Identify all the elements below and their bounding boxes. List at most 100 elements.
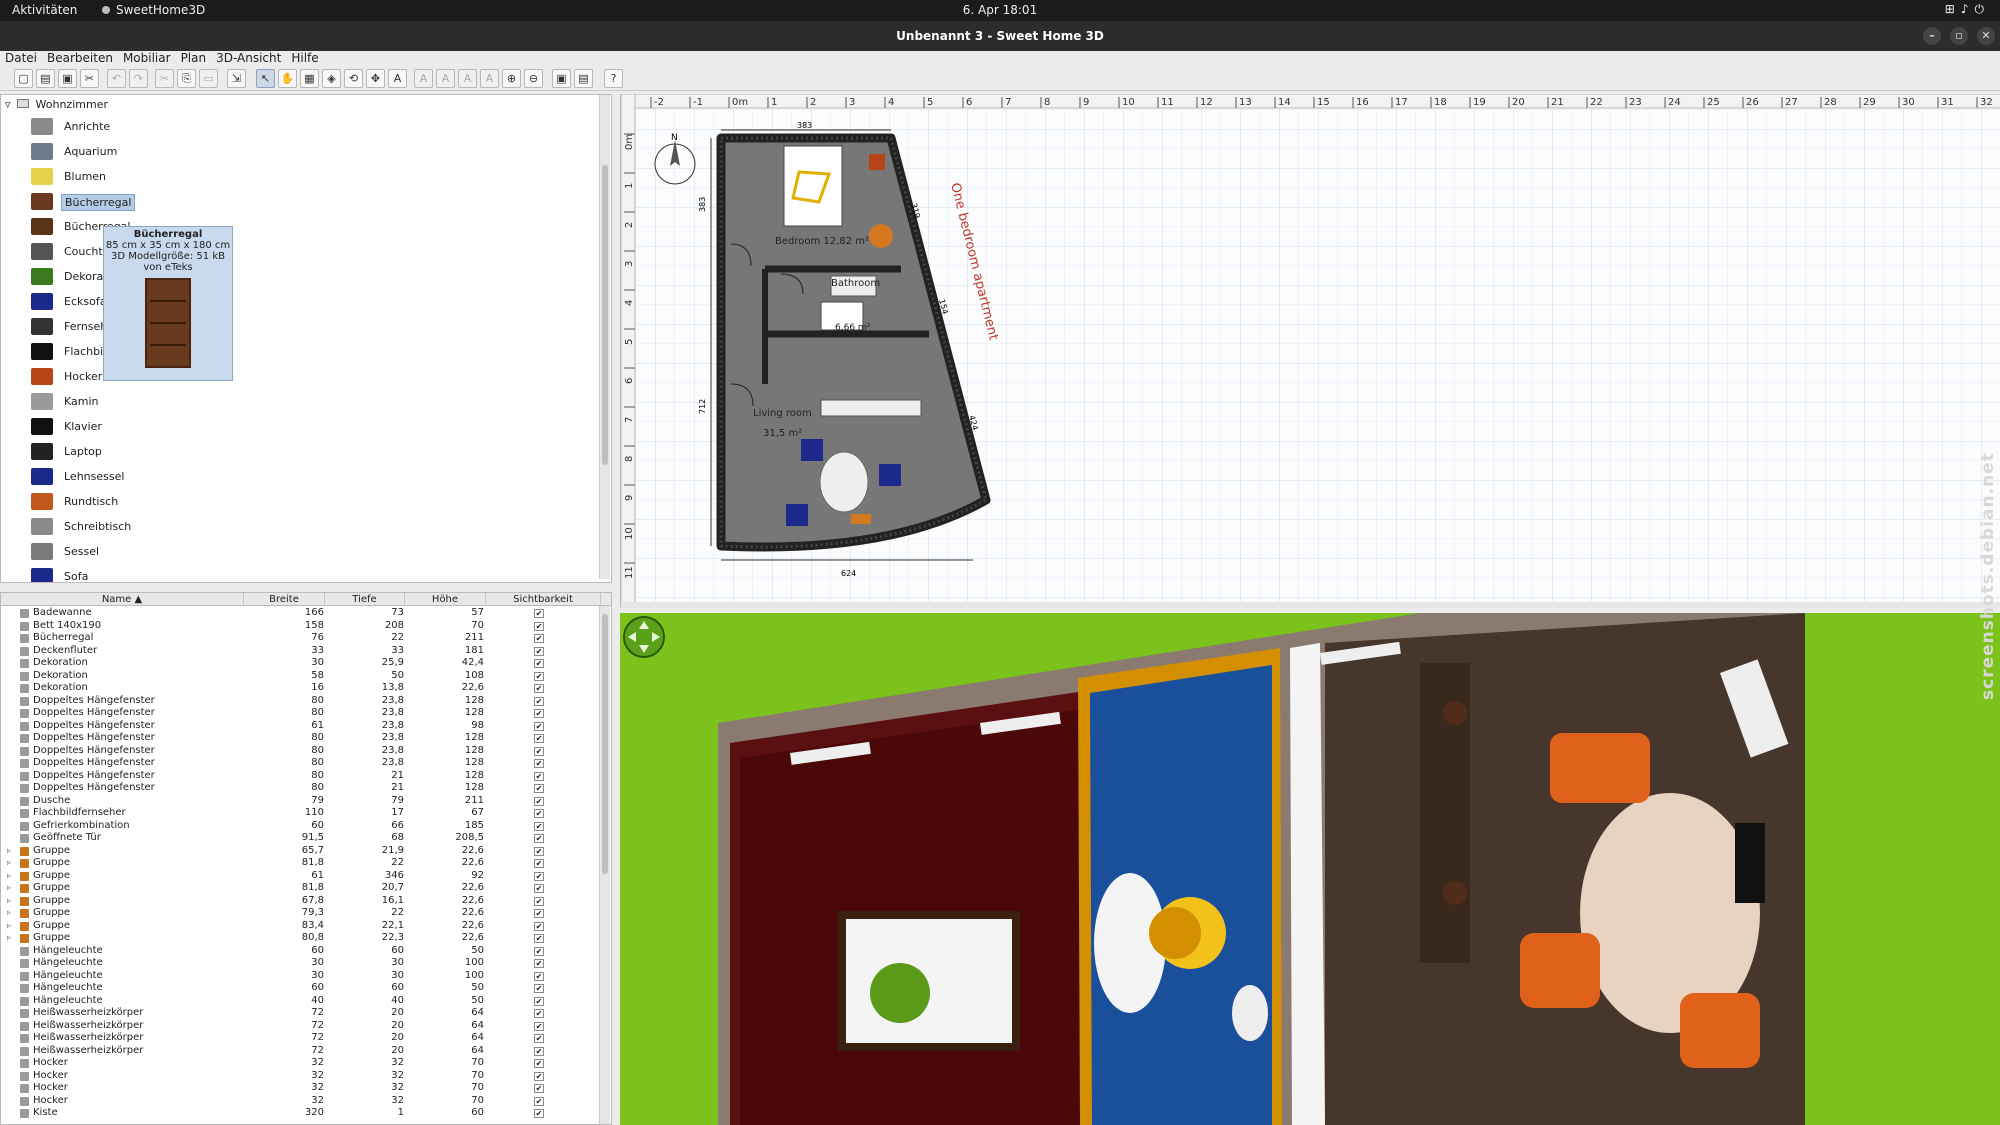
furniture-row[interactable]: Doppeltes Hängefenster 80 21 128 ✔ bbox=[1, 782, 601, 795]
catalog-item[interactable]: Sofa bbox=[31, 566, 291, 582]
catalog-item[interactable]: Aquarium bbox=[31, 141, 291, 163]
clock[interactable]: 6. Apr 18:01 bbox=[0, 3, 2000, 17]
visibility-checkbox[interactable]: ✔ bbox=[534, 1096, 544, 1106]
visibility-checkbox[interactable]: ✔ bbox=[534, 709, 544, 718]
expand-icon[interactable]: ▹ bbox=[7, 845, 15, 858]
furniture-row[interactable]: Kiste 320 1 60 ✔ bbox=[1, 1107, 601, 1120]
close-button[interactable]: ✕ bbox=[1977, 27, 1995, 45]
italic-text-button[interactable]: A bbox=[480, 69, 499, 88]
furniture-list-scrollbar[interactable] bbox=[599, 606, 610, 1124]
help-button[interactable]: ? bbox=[604, 69, 623, 88]
collapse-icon[interactable]: ▿ bbox=[5, 98, 11, 111]
visibility-checkbox[interactable]: ✔ bbox=[534, 896, 544, 906]
catalog-item[interactable]: Schreibtisch bbox=[31, 516, 291, 538]
visibility-checkbox[interactable]: ✔ bbox=[534, 1059, 544, 1068]
catalog-category-wohnzimmer[interactable]: ▿ Wohnzimmer bbox=[5, 98, 108, 113]
furniture-row[interactable]: ▹ Gruppe 79,3 22 22,6 ✔ bbox=[1, 907, 601, 920]
create-video-button[interactable]: ▤ bbox=[574, 69, 593, 88]
furniture-row[interactable]: Badewanne 166 73 57 ✔ bbox=[1, 607, 601, 620]
copy-button[interactable]: ⎘ bbox=[177, 69, 196, 88]
visibility-checkbox[interactable]: ✔ bbox=[534, 759, 544, 768]
expand-icon[interactable]: ▹ bbox=[7, 895, 15, 908]
expand-icon[interactable]: ▹ bbox=[7, 920, 15, 933]
zoom-out-button[interactable]: ⊖ bbox=[524, 69, 543, 88]
create-dimensions-button[interactable]: ✥ bbox=[366, 69, 385, 88]
column-height[interactable]: Höhe bbox=[405, 593, 486, 606]
visibility-checkbox[interactable]: ✔ bbox=[534, 846, 544, 856]
visibility-checkbox[interactable]: ✔ bbox=[534, 959, 544, 968]
visibility-checkbox[interactable]: ✔ bbox=[534, 646, 544, 656]
furniture-row[interactable]: Dekoration 16 13,8 22,6 ✔ bbox=[1, 682, 601, 695]
menu-3d-ansicht[interactable]: 3D-Ansicht bbox=[211, 51, 286, 65]
visibility-checkbox[interactable]: ✔ bbox=[534, 996, 544, 1006]
3d-canvas[interactable] bbox=[620, 613, 2000, 1125]
create-rooms-button[interactable]: ◈ bbox=[322, 69, 341, 88]
column-width[interactable]: Breite bbox=[244, 593, 325, 606]
new-home-button[interactable]: ▢ bbox=[14, 69, 33, 88]
column-name[interactable]: Name ▲ bbox=[1, 593, 244, 606]
column-depth[interactable]: Tiefe bbox=[325, 593, 405, 606]
dimension-left-bottom[interactable]: 712 bbox=[698, 399, 707, 414]
furniture-row[interactable]: Bücherregal 76 22 211 ✔ bbox=[1, 632, 601, 645]
menu-plan[interactable]: Plan bbox=[176, 51, 212, 65]
furniture-row[interactable]: Bett 140x190 158 208 70 ✔ bbox=[1, 620, 601, 633]
zoom-in-button[interactable]: ⊕ bbox=[502, 69, 521, 88]
catalog-item[interactable]: Laptop bbox=[31, 441, 291, 463]
pan-mode-button[interactable]: ✋ bbox=[278, 69, 297, 88]
visibility-checkbox[interactable]: ✔ bbox=[534, 684, 544, 693]
minimize-button[interactable]: – bbox=[1923, 27, 1941, 45]
room-label-living-room[interactable]: Living room bbox=[753, 408, 812, 419]
dimension-bottom[interactable]: 624 bbox=[841, 569, 856, 578]
select-mode-button[interactable]: ↖ bbox=[256, 69, 275, 88]
furniture-row[interactable]: Dekoration 58 50 108 ✔ bbox=[1, 670, 601, 683]
create-walls-button[interactable]: ▦ bbox=[300, 69, 319, 88]
visibility-checkbox[interactable]: ✔ bbox=[534, 621, 544, 631]
undo-button[interactable]: ↶ bbox=[107, 69, 126, 88]
furniture-row[interactable]: Heißwasserheizkörper 72 20 64 ✔ bbox=[1, 1045, 601, 1058]
3d-navigation-icon[interactable] bbox=[623, 616, 665, 658]
furniture-row[interactable]: Doppeltes Hängefenster 80 21 128 ✔ bbox=[1, 770, 601, 783]
plan-view[interactable]: -2 -1 0m 1 2 3 4 5 6 7 8 9 10 11 12 13 14 15 16 17 18 19 20 21 2… bbox=[620, 94, 2000, 608]
visibility-checkbox[interactable]: ✔ bbox=[534, 921, 544, 931]
catalog-item[interactable]: Blumen bbox=[31, 166, 291, 188]
visibility-checkbox[interactable]: ✔ bbox=[534, 1084, 544, 1093]
catalog-item[interactable]: Klavier bbox=[31, 416, 291, 438]
room-label-bedroom[interactable]: Bedroom 12,82 m² bbox=[775, 236, 869, 247]
furniture-row[interactable]: ▹ Gruppe 61 346 92 ✔ bbox=[1, 870, 601, 883]
create-photo-button[interactable]: ▣ bbox=[552, 69, 571, 88]
create-polylines-button[interactable]: ⟲ bbox=[344, 69, 363, 88]
furniture-list[interactable]: Name ▲ Breite Tiefe Höhe Sichtbarkeit Ba… bbox=[0, 592, 612, 1125]
furniture-row[interactable]: Hocker 32 32 70 ✔ bbox=[1, 1057, 601, 1070]
catalog-item[interactable]: Anrichte bbox=[31, 116, 291, 138]
column-visibility[interactable]: Sichtbarkeit bbox=[486, 593, 601, 606]
bold-text-button[interactable]: A bbox=[458, 69, 477, 88]
furniture-row[interactable]: Geöffnete Tür 91,5 68 208,5 ✔ bbox=[1, 832, 601, 845]
furniture-row[interactable]: ▹ Gruppe 65,7 21,9 22,6 ✔ bbox=[1, 845, 601, 858]
dimension-left-top[interactable]: 383 bbox=[698, 197, 707, 212]
save-button[interactable]: ▣ bbox=[58, 69, 77, 88]
visibility-checkbox[interactable]: ✔ bbox=[534, 671, 544, 681]
visibility-checkbox[interactable]: ✔ bbox=[534, 634, 544, 643]
furniture-row[interactable]: ▹ Gruppe 67,8 16,1 22,6 ✔ bbox=[1, 895, 601, 908]
furniture-row[interactable]: Heißwasserheizkörper 72 20 64 ✔ bbox=[1, 1020, 601, 1033]
furniture-row[interactable]: Hocker 32 32 70 ✔ bbox=[1, 1082, 601, 1095]
3d-view[interactable] bbox=[620, 613, 2000, 1125]
increase-text-button[interactable]: A bbox=[414, 69, 433, 88]
visibility-checkbox[interactable]: ✔ bbox=[534, 746, 544, 756]
furniture-row[interactable]: Heißwasserheizkörper 72 20 64 ✔ bbox=[1, 1007, 601, 1020]
expand-icon[interactable]: ▹ bbox=[7, 932, 15, 945]
preferences-button[interactable]: ✂ bbox=[80, 69, 99, 88]
visibility-checkbox[interactable]: ✔ bbox=[534, 821, 544, 831]
visibility-checkbox[interactable]: ✔ bbox=[534, 1021, 544, 1031]
visibility-checkbox[interactable]: ✔ bbox=[534, 771, 544, 781]
visibility-checkbox[interactable]: ✔ bbox=[534, 934, 544, 943]
visibility-checkbox[interactable]: ✔ bbox=[534, 984, 544, 993]
furniture-row[interactable]: Hängeleuchte 30 30 100 ✔ bbox=[1, 957, 601, 970]
furniture-row[interactable]: Gefrierkombination 60 66 185 ✔ bbox=[1, 820, 601, 833]
visibility-checkbox[interactable]: ✔ bbox=[534, 734, 544, 743]
visibility-checkbox[interactable]: ✔ bbox=[534, 884, 544, 893]
paste-button[interactable]: ▭ bbox=[199, 69, 218, 88]
menu-hilfe[interactable]: Hilfe bbox=[286, 51, 323, 65]
menu-bearbeiten[interactable]: Bearbeiten bbox=[42, 51, 118, 65]
furniture-row[interactable]: Dusche 79 79 211 ✔ bbox=[1, 795, 601, 808]
